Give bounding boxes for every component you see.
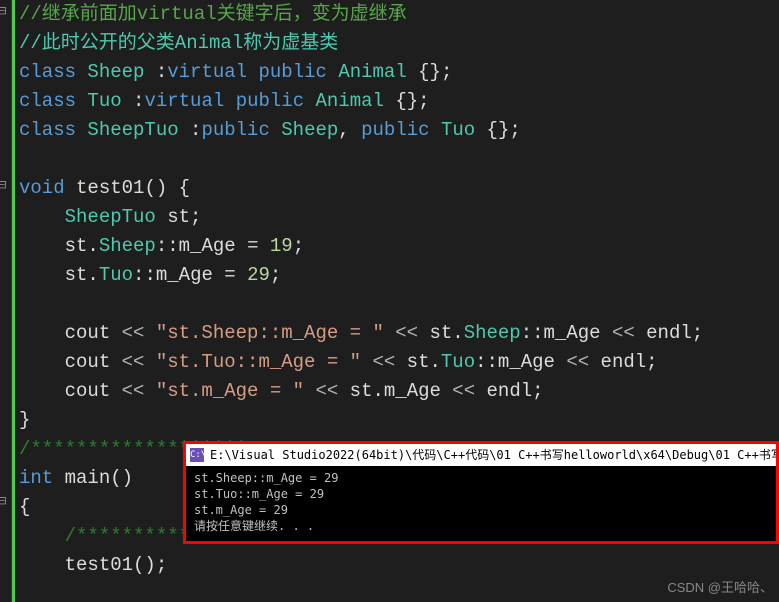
console-icon: C:\ <box>190 448 204 462</box>
watermark: CSDN @王哈哈、 <box>667 577 773 596</box>
console-line: st.Sheep::m_Age = 29 <box>194 470 768 486</box>
separator: /********** <box>65 525 190 547</box>
console-line: st.Tuo::m_Age = 29 <box>194 486 768 502</box>
fold-minus-icon[interactable]: ⊟ <box>0 3 6 20</box>
console-output-popup: C:\ E:\Visual Studio2022(64bit)\代码\C++代码… <box>183 441 779 544</box>
gutter: ⊟ ⊟ ⊟ <box>0 0 12 602</box>
fold-minus-icon[interactable]: ⊟ <box>0 177 6 194</box>
console-title-bar[interactable]: C:\ E:\Visual Studio2022(64bit)\代码\C++代码… <box>186 444 776 466</box>
comment: //继承前面加virtual关键字后，变为虚继承 <box>19 3 407 25</box>
console-title: E:\Visual Studio2022(64bit)\代码\C++代码\01 … <box>210 444 776 466</box>
comment: //此时公开的父类Animal称为虚基类 <box>19 32 338 54</box>
fold-minus-icon[interactable]: ⊟ <box>0 493 6 510</box>
console-line: 请按任意键继续. . . <box>194 518 768 534</box>
console-line: st.m_Age = 29 <box>194 502 768 518</box>
